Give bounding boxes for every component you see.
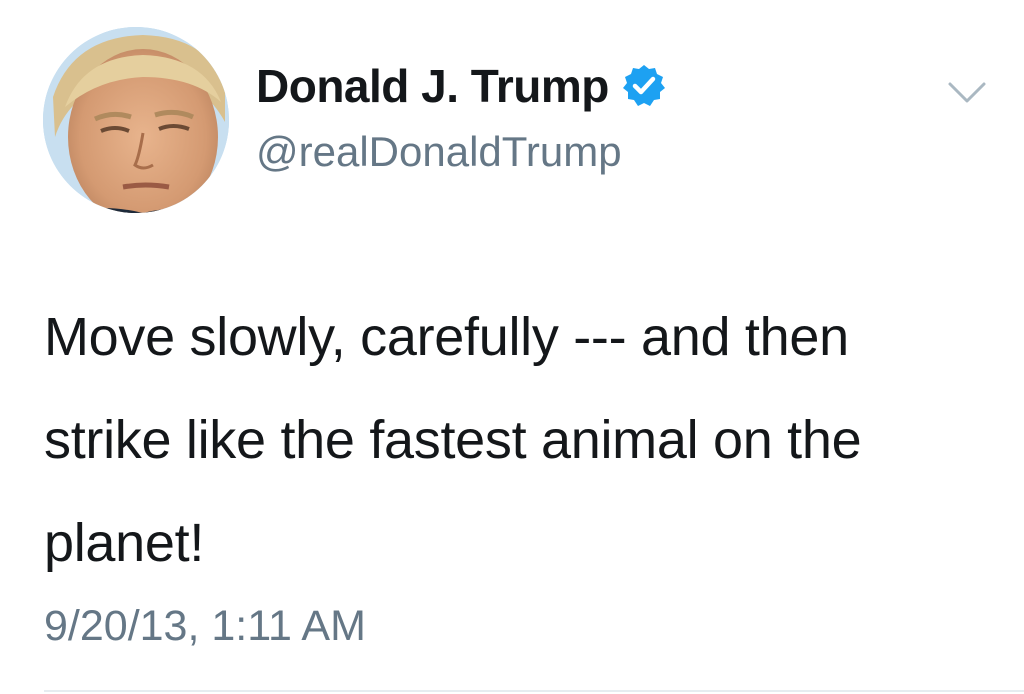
name-row: Donald J. Trump	[256, 56, 667, 116]
author-block: Donald J. Trump @realDonaldTrump	[256, 56, 667, 182]
verified-badge-icon	[621, 63, 667, 109]
profile-photo-icon	[43, 27, 229, 213]
divider	[44, 690, 1024, 692]
tweet-card: Donald J. Trump @realDonaldTrump Move sl…	[0, 0, 1024, 694]
display-name[interactable]: Donald J. Trump	[256, 56, 609, 116]
user-handle[interactable]: @realDonaldTrump	[256, 122, 667, 182]
chevron-down-icon[interactable]	[947, 80, 987, 106]
avatar[interactable]	[43, 27, 229, 213]
tweet-timestamp[interactable]: 9/20/13, 1:11 AM	[44, 596, 366, 656]
tweet-text: Move slowly, carefully --- and then stri…	[44, 307, 862, 573]
